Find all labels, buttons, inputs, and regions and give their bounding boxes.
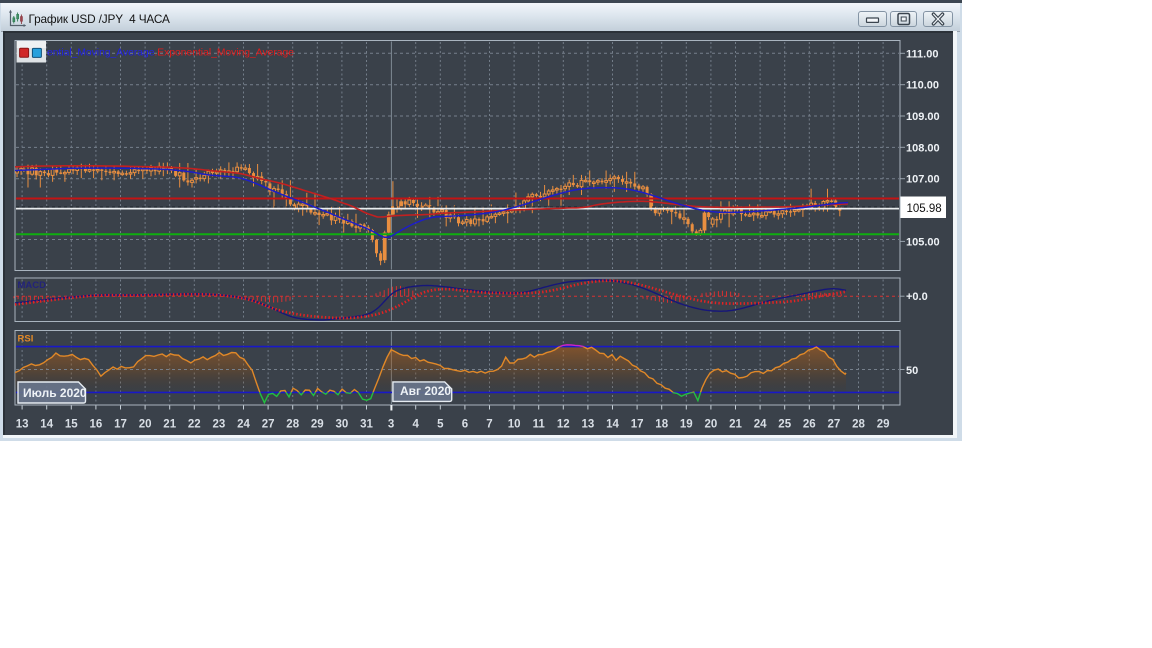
svg-text:4: 4 xyxy=(412,419,419,431)
svg-text:13: 13 xyxy=(582,419,595,431)
svg-text:27: 27 xyxy=(828,419,841,431)
svg-text:31: 31 xyxy=(360,419,373,431)
svg-text:29: 29 xyxy=(311,419,324,431)
svg-text:105.98: 105.98 xyxy=(907,203,942,215)
svg-text:22: 22 xyxy=(188,419,201,431)
svg-text:21: 21 xyxy=(729,419,742,431)
svg-text:18: 18 xyxy=(655,419,668,431)
svg-text:Авг 2020: Авг 2020 xyxy=(400,384,451,398)
svg-text:11: 11 xyxy=(533,419,546,431)
svg-text:20: 20 xyxy=(139,419,152,431)
svg-text:108.00: 108.00 xyxy=(906,142,940,154)
svg-text:RSI: RSI xyxy=(18,334,34,345)
svg-text:107.00: 107.00 xyxy=(906,174,940,186)
svg-text:105.00: 105.00 xyxy=(906,236,940,248)
svg-text:27: 27 xyxy=(262,419,275,431)
svg-text:23: 23 xyxy=(213,419,226,431)
svg-text:10: 10 xyxy=(508,419,521,431)
svg-text:24: 24 xyxy=(237,419,250,431)
svg-text:16: 16 xyxy=(90,419,103,431)
svg-text:ential_Moving_Average.Exponent: ential_Moving_Average.Exponential_Moving… xyxy=(47,48,294,59)
svg-text:3: 3 xyxy=(388,419,394,431)
svg-text:28: 28 xyxy=(286,419,299,431)
svg-text:17: 17 xyxy=(114,419,127,431)
svg-text:109.00: 109.00 xyxy=(906,111,940,123)
svg-text:21: 21 xyxy=(163,419,176,431)
svg-text:17: 17 xyxy=(631,419,644,431)
svg-text:MACD: MACD xyxy=(18,280,47,291)
svg-text:6: 6 xyxy=(462,419,468,431)
svg-text:14: 14 xyxy=(40,419,53,431)
svg-text:26: 26 xyxy=(803,419,816,431)
svg-text:+0.0: +0.0 xyxy=(906,291,928,303)
svg-text:15: 15 xyxy=(65,419,78,431)
svg-text:20: 20 xyxy=(705,419,718,431)
svg-text:24: 24 xyxy=(754,419,767,431)
svg-text:30: 30 xyxy=(336,419,349,431)
svg-text:Июль 2020: Июль 2020 xyxy=(23,386,87,400)
svg-text:110.00: 110.00 xyxy=(906,80,939,92)
svg-text:50: 50 xyxy=(906,365,918,377)
svg-text:13: 13 xyxy=(16,419,29,431)
svg-text:5: 5 xyxy=(437,419,444,431)
svg-text:25: 25 xyxy=(778,419,791,431)
svg-text:7: 7 xyxy=(486,419,492,431)
svg-text:14: 14 xyxy=(606,419,619,431)
svg-text:111.00: 111.00 xyxy=(906,48,938,60)
svg-text:19: 19 xyxy=(680,419,693,431)
svg-text:12: 12 xyxy=(557,419,570,431)
svg-text:28: 28 xyxy=(852,419,865,431)
svg-text:29: 29 xyxy=(877,419,890,431)
